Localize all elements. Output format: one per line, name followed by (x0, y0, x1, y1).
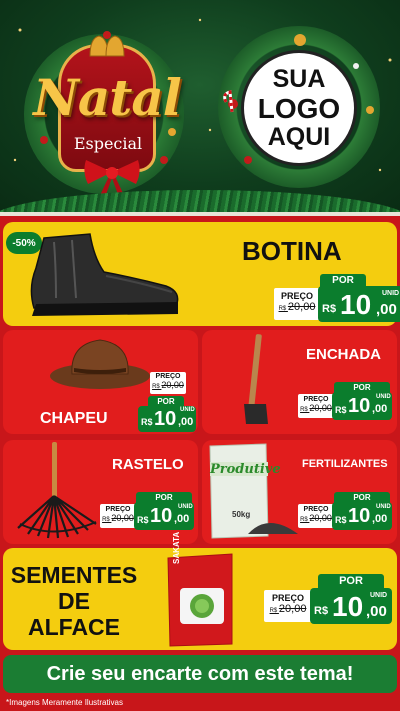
product-name-sementes: SEMENTES DE ALFACE (10, 562, 138, 640)
sementes-line-1: SEMENTES (10, 562, 138, 588)
rake-image (17, 442, 97, 539)
unit-label: UNID (376, 394, 391, 400)
preco-label: PREÇO (271, 593, 304, 603)
preco-label: PREÇO (280, 291, 313, 301)
unit-label: UNID (180, 407, 195, 413)
boot-image (30, 233, 179, 316)
preco-label: PREÇO (155, 373, 181, 380)
currency-label: R$ (137, 515, 149, 525)
fertilizer-weight: 50kg (232, 510, 251, 519)
preco-label: PREÇO (105, 506, 131, 513)
preco-label: PREÇO (303, 396, 329, 403)
sementes-line-3: ALFACE (28, 614, 120, 640)
disclaimer-text: *Imagens Meramente Ilustrativas (6, 698, 123, 707)
fertilizer-brand: Produtive (210, 462, 281, 477)
price-integer: 10 (150, 505, 173, 527)
old-price-box: PREÇO R$ 20,00 (298, 504, 334, 528)
price-cents: ,00 (174, 513, 190, 525)
old-price-currency: R$ (102, 517, 112, 523)
christmas-header: Natal Especial SUA LOGO AQUI (0, 0, 400, 212)
price-cents: ,00 (376, 301, 397, 318)
old-price-box: PREÇO R$ 20,00 (100, 504, 136, 528)
currency-label: R$ (322, 303, 337, 315)
seed-brand: SAKATA (172, 531, 181, 564)
old-price: R$ 20,00 (102, 513, 134, 523)
old-price-currency: R$ (269, 608, 279, 614)
price-integer: 10 (348, 395, 371, 417)
unit-label: UNID (382, 290, 400, 297)
old-price: R$ 20,00 (300, 513, 332, 523)
old-price-box: PREÇO R$ 20,00 (274, 288, 320, 320)
new-price-box: R$ 10 ,00 UNID (318, 286, 400, 322)
old-price-box: PREÇO R$ 20,00 (298, 394, 334, 418)
logo-placeholder: SUA LOGO AQUI (241, 50, 357, 166)
old-price: R$ 20,00 (278, 301, 316, 313)
unit-label: UNID (370, 592, 388, 599)
old-price-box: PREÇO R$ 20,00 (150, 372, 186, 394)
logo-line-2: LOGO (257, 92, 341, 124)
sementes-line-2: DE (58, 588, 90, 614)
product-name-botina: BOTINA (242, 236, 342, 266)
old-price: R$ 20,00 (152, 380, 184, 390)
new-price-box: R$ 10 ,00 UNID (332, 392, 392, 420)
new-price-box: R$ 10 ,00 UNID (138, 406, 196, 432)
currency-label: R$ (335, 515, 347, 525)
old-price: R$ 20,00 (300, 403, 332, 413)
old-price-currency: R$ (152, 384, 162, 390)
price-cents: ,00 (372, 513, 388, 525)
product-name-enchada: ENCHADA (306, 346, 381, 363)
flyer: Natal Especial SUA LOGO AQUI -50% BOTINA… (0, 0, 400, 711)
price-cents: ,00 (178, 416, 194, 428)
create-flyer-button[interactable]: Crie seu encarte com este tema! (3, 655, 397, 693)
price-integer: 10 (340, 289, 372, 320)
new-price-box: R$ 10 ,00 UNID (134, 502, 194, 530)
product-name-rastelo: RASTELO (112, 456, 184, 473)
fertilizer-bag-image (209, 443, 298, 539)
unit-label: UNID (376, 504, 391, 510)
old-price-currency: R$ (300, 517, 310, 523)
currency-label: R$ (335, 405, 347, 415)
price-integer: 10 (348, 505, 371, 527)
price-integer: 10 (332, 591, 364, 622)
hoe-image (244, 334, 268, 424)
product-name-fertilizantes: FERTILIZANTES (302, 458, 388, 470)
old-price: R$ 20,00 (269, 603, 307, 615)
logo-line-3: AQUI (267, 122, 331, 151)
currency-label: R$ (314, 605, 329, 617)
old-price-box: PREÇO R$ 20,00 (264, 590, 312, 622)
por-label: POR (318, 574, 384, 588)
price-integer: 10 (154, 408, 177, 430)
old-price-currency: R$ (278, 306, 288, 312)
new-price-box: R$ 10 ,00 UNID (332, 502, 392, 530)
logo-line-1: SUA (272, 64, 326, 93)
preco-label: PREÇO (303, 506, 329, 513)
currency-label: R$ (141, 417, 153, 427)
hat-image (50, 339, 150, 389)
old-price-currency: R$ (300, 407, 310, 413)
product-name-chapeu: CHAPEU (40, 410, 108, 427)
seed-packet-image (167, 553, 233, 647)
price-cents: ,00 (366, 603, 387, 620)
price-cents: ,00 (372, 403, 388, 415)
new-price-box: R$ 10 ,00 UNID (310, 588, 392, 624)
unit-label: UNID (178, 504, 193, 510)
